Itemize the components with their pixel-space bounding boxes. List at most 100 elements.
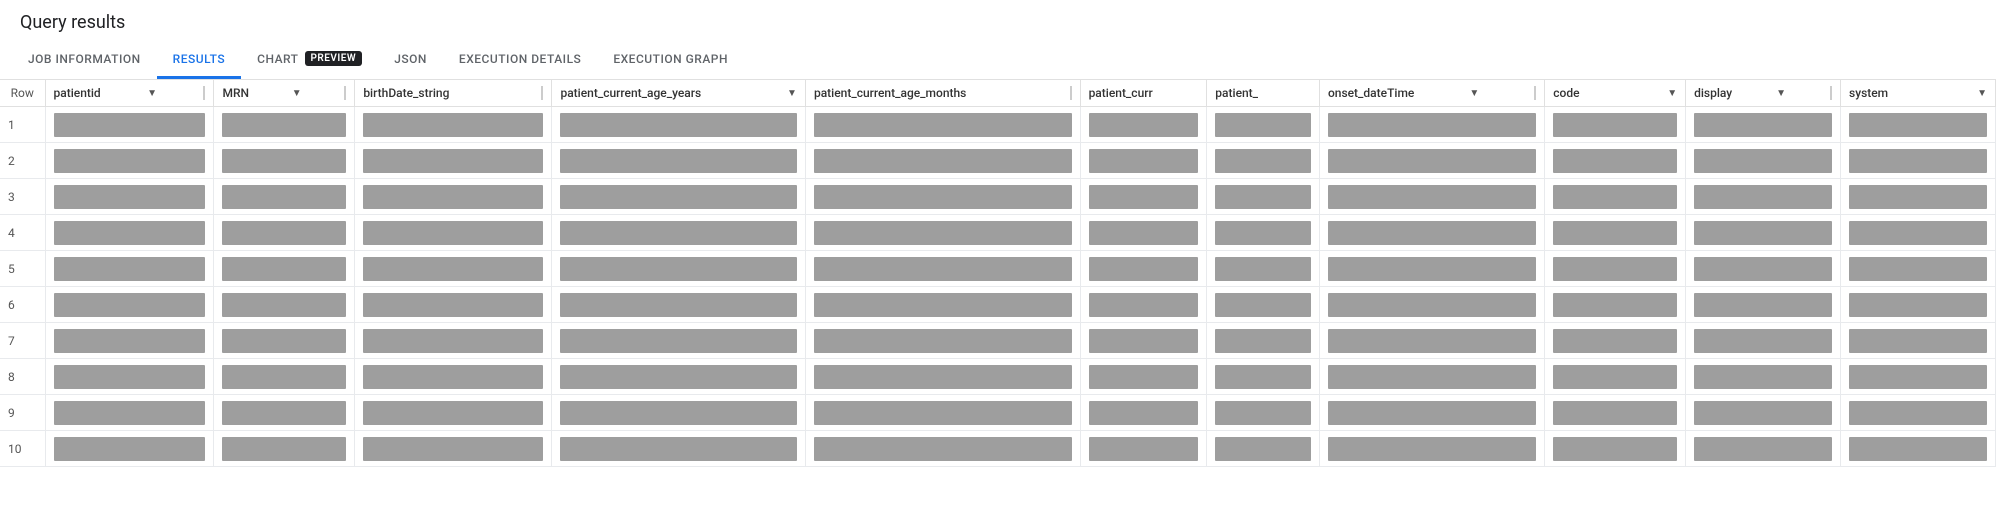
cell-content-block bbox=[814, 221, 1072, 245]
cell-content-block bbox=[1215, 293, 1311, 317]
cell-content-block bbox=[1694, 113, 1832, 137]
cell-content-block bbox=[814, 329, 1072, 353]
col-header-display[interactable]: display ▼ bbox=[1686, 80, 1841, 107]
cell-content-block bbox=[1215, 185, 1311, 209]
tab-execution-details[interactable]: EXECUTION DETAILS bbox=[443, 42, 597, 79]
cell-content-block bbox=[1849, 185, 1987, 209]
col-header-age-years[interactable]: patient_current_age_years ▼ bbox=[552, 80, 805, 107]
row-number: 10 bbox=[0, 431, 45, 467]
chevron-down-icon: ▼ bbox=[787, 88, 797, 99]
cell-patientid bbox=[45, 323, 214, 359]
col-header-system[interactable]: system ▼ bbox=[1841, 80, 1996, 107]
cell-content-block bbox=[54, 185, 206, 209]
cell-content-block bbox=[1694, 329, 1832, 353]
tab-json[interactable]: JSON bbox=[378, 42, 443, 79]
cell-content-block bbox=[363, 401, 543, 425]
cell-content-block bbox=[814, 293, 1072, 317]
cell-content-block bbox=[1215, 401, 1311, 425]
cell-content-block bbox=[54, 257, 206, 281]
cell-content-block bbox=[560, 113, 796, 137]
cell-content-block bbox=[1089, 437, 1199, 461]
cell-system bbox=[1841, 287, 1996, 323]
cell-display bbox=[1686, 215, 1841, 251]
table-row: 6 bbox=[0, 287, 1996, 323]
resize-handle[interactable] bbox=[203, 86, 205, 100]
cell-content-block bbox=[1215, 221, 1311, 245]
cell-mrn bbox=[214, 287, 355, 323]
cell-age-months bbox=[805, 143, 1080, 179]
cell-display bbox=[1686, 251, 1841, 287]
cell-content-block bbox=[1553, 293, 1677, 317]
cell-onset bbox=[1319, 359, 1544, 395]
cell-system bbox=[1841, 251, 1996, 287]
col-header-age-months[interactable]: patient_current_age_months bbox=[805, 80, 1080, 107]
cell-content-block bbox=[363, 221, 543, 245]
cell-content-block bbox=[1328, 401, 1536, 425]
cell-content-block bbox=[363, 257, 543, 281]
cell-display bbox=[1686, 431, 1841, 467]
cell-onset bbox=[1319, 143, 1544, 179]
resize-handle[interactable] bbox=[1830, 86, 1832, 100]
table-row: 10 bbox=[0, 431, 1996, 467]
cell-content-block bbox=[222, 437, 346, 461]
cell-age-years bbox=[552, 359, 805, 395]
cell-content-block bbox=[1553, 365, 1677, 389]
cell-age-years bbox=[552, 431, 805, 467]
col-header-curr2[interactable]: patient_ bbox=[1207, 80, 1320, 107]
cell-onset bbox=[1319, 179, 1544, 215]
resize-handle[interactable] bbox=[541, 86, 543, 100]
cell-content-block bbox=[363, 365, 543, 389]
table-row: 5 bbox=[0, 251, 1996, 287]
cell-content-block bbox=[560, 221, 796, 245]
col-header-patientid[interactable]: patientid ▼ bbox=[45, 80, 214, 107]
cell-content-block bbox=[222, 329, 346, 353]
cell-birthdate bbox=[355, 251, 552, 287]
cell-content-block bbox=[1089, 365, 1199, 389]
cell-content-block bbox=[222, 401, 346, 425]
row-number: 4 bbox=[0, 215, 45, 251]
cell-curr2 bbox=[1207, 143, 1320, 179]
preview-badge: PREVIEW bbox=[305, 51, 363, 66]
cell-mrn bbox=[214, 431, 355, 467]
col-header-onset[interactable]: onset_dateTime ▼ bbox=[1319, 80, 1544, 107]
tab-chart[interactable]: CHART PREVIEW bbox=[241, 41, 378, 79]
col-header-birthdate[interactable]: birthDate_string bbox=[355, 80, 552, 107]
cell-content-block bbox=[1328, 293, 1536, 317]
cell-display bbox=[1686, 143, 1841, 179]
col-header-mrn[interactable]: MRN ▼ bbox=[214, 80, 355, 107]
chevron-down-icon: ▼ bbox=[292, 88, 302, 99]
cell-patientid bbox=[45, 215, 214, 251]
cell-birthdate bbox=[355, 107, 552, 143]
cell-age-months bbox=[805, 323, 1080, 359]
cell-content-block bbox=[1089, 257, 1199, 281]
tab-results[interactable]: RESULTS bbox=[157, 42, 241, 79]
cell-birthdate bbox=[355, 323, 552, 359]
row-number: 6 bbox=[0, 287, 45, 323]
cell-age-years bbox=[552, 395, 805, 431]
cell-content-block bbox=[54, 221, 206, 245]
table-row: 4 bbox=[0, 215, 1996, 251]
row-number: 8 bbox=[0, 359, 45, 395]
cell-birthdate bbox=[355, 215, 552, 251]
resize-handle[interactable] bbox=[1070, 86, 1072, 100]
table-row: 7 bbox=[0, 323, 1996, 359]
tab-execution-graph[interactable]: EXECUTION GRAPH bbox=[597, 42, 744, 79]
cell-curr2 bbox=[1207, 431, 1320, 467]
col-header-curr1[interactable]: patient_curr bbox=[1080, 80, 1207, 107]
row-number: 2 bbox=[0, 143, 45, 179]
resize-handle[interactable] bbox=[1534, 86, 1536, 100]
cell-age-months bbox=[805, 251, 1080, 287]
cell-content-block bbox=[560, 149, 796, 173]
cell-code bbox=[1545, 431, 1686, 467]
cell-code bbox=[1545, 323, 1686, 359]
tab-job-information[interactable]: JOB INFORMATION bbox=[12, 42, 157, 79]
cell-content-block bbox=[54, 149, 206, 173]
cell-content-block bbox=[1553, 221, 1677, 245]
cell-mrn bbox=[214, 323, 355, 359]
col-header-code[interactable]: code ▼ bbox=[1545, 80, 1686, 107]
resize-handle[interactable] bbox=[344, 86, 346, 100]
cell-system bbox=[1841, 359, 1996, 395]
cell-content-block bbox=[363, 149, 543, 173]
cell-content-block bbox=[560, 437, 796, 461]
cell-age-years bbox=[552, 143, 805, 179]
